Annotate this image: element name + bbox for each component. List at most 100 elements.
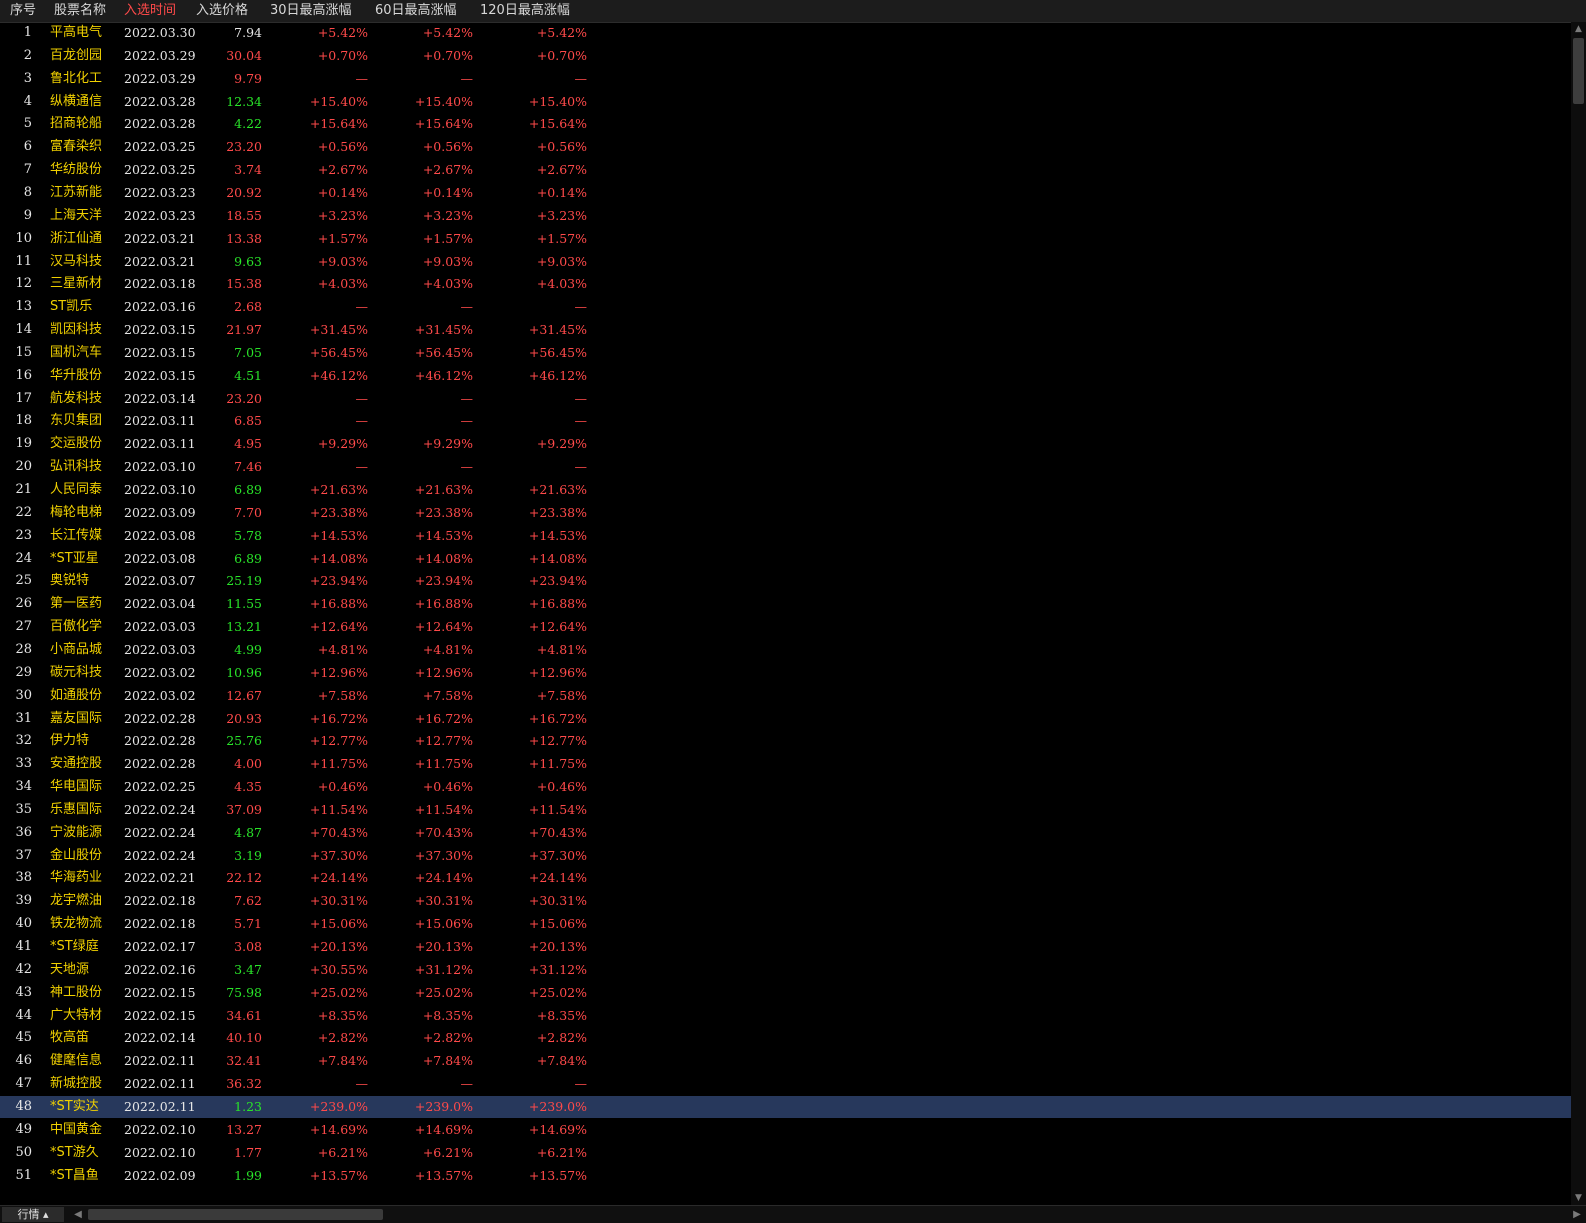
row-number: 16 (15, 367, 32, 383)
table-row[interactable]: 19 交运股份 2022.03.11 4.95 +9.29% +9.29% +9.29% (0, 433, 1571, 455)
column-header-120d-gain[interactable]: 120日最高涨幅 (480, 0, 570, 22)
table-row[interactable]: 6 富春染织 2022.03.25 23.20 +0.56% +0.56% +0.56% (0, 136, 1571, 158)
stock-name: 梅轮电梯 (50, 504, 103, 520)
table-row[interactable]: 40 铁龙物流 2022.02.18 5.71 +15.06% +15.06% +15.06… (0, 913, 1571, 935)
gain-120d: +0.14% (536, 184, 587, 200)
vertical-scroll-thumb[interactable] (1573, 38, 1584, 104)
table-row[interactable]: 38 华海药业 2022.02.21 22.12 +24.14% +24.14% +24.1… (0, 867, 1571, 889)
table-row[interactable]: 10 浙江仙通 2022.03.21 13.38 +1.57% +1.57% +1.57% (0, 228, 1571, 250)
table-row[interactable]: 32 伊力特 2022.02.28 25.76 +12.77% +12.77% +12.77… (0, 730, 1571, 752)
selection-price: 3.19 (234, 847, 262, 863)
table-row[interactable]: 22 梅轮电梯 2022.03.09 7.70 +23.38% +23.38% +23.38… (0, 502, 1571, 524)
table-row[interactable]: 34 华电国际 2022.02.25 4.35 +0.46% +0.46% +0.46% (0, 776, 1571, 798)
table-row[interactable]: 11 汉马科技 2022.03.21 9.63 +9.03% +9.03% +9.03% (0, 251, 1571, 273)
table-row[interactable]: 1 平高电气 2022.03.30 7.94 +5.42% +5.42% +5.42% (0, 22, 1571, 44)
column-header-price[interactable]: 入选价格 (196, 0, 248, 22)
table-row[interactable]: 17 航发科技 2022.03.14 23.20 — — — (0, 388, 1571, 410)
gain-30d: +12.64% (309, 619, 368, 635)
table-row[interactable]: 18 东贝集团 2022.03.11 6.85 — — — (0, 410, 1571, 432)
table-row[interactable]: 43 神工股份 2022.02.15 75.98 +25.02% +25.02% +25.0… (0, 982, 1571, 1004)
table-row[interactable]: 7 华纺股份 2022.03.25 3.74 +2.67% +2.67% +2.67% (0, 159, 1571, 181)
stock-name: 奥锐特 (50, 573, 90, 589)
table-row[interactable]: 37 金山股份 2022.02.24 3.19 +37.30% +37.30% +37.30… (0, 845, 1571, 867)
gain-30d: +9.03% (317, 253, 368, 269)
table-row[interactable]: 33 安通控股 2022.02.28 4.00 +11.75% +11.75% +11.75… (0, 753, 1571, 775)
table-row[interactable]: 28 小商品城 2022.03.03 4.99 +4.81% +4.81% +4.81% (0, 639, 1571, 661)
table-row[interactable]: 12 三星新材 2022.03.18 15.38 +4.03% +4.03% +4.03% (0, 273, 1571, 295)
table-row[interactable]: 24 *ST亚星 2022.03.08 6.89 +14.08% +14.08% +14.0… (0, 548, 1571, 570)
column-header-60d-gain[interactable]: 60日最高涨幅 (375, 0, 457, 22)
selection-price: 4.95 (234, 436, 262, 452)
gain-30d: +23.38% (309, 504, 368, 520)
gain-120d: — (574, 390, 588, 406)
table-row[interactable]: 2 百龙创园 2022.03.29 30.04 +0.70% +0.70% +0.70% (0, 45, 1571, 67)
table-row[interactable]: 48 *ST实达 2022.02.11 1.23 +239.0% +239.0% +239.… (0, 1095, 1571, 1118)
table-row[interactable]: 4 纵横通信 2022.03.28 12.34 +15.40% +15.40% +15.40… (0, 91, 1571, 113)
table-row[interactable]: 30 如通股份 2022.03.02 12.67 +7.58% +7.58% +7.58% (0, 685, 1571, 707)
table-row[interactable]: 13 ST凯乐 2022.03.16 2.68 — — — (0, 296, 1571, 318)
table-row[interactable]: 3 鲁北化工 2022.03.29 9.79 — — — (0, 68, 1571, 90)
gain-30d: +4.03% (317, 276, 368, 292)
gain-120d: — (574, 459, 588, 475)
column-header-30d-gain[interactable]: 30日最高涨幅 (270, 0, 352, 22)
selection-price: 4.22 (234, 116, 262, 132)
stock-name: 华海药业 (50, 870, 103, 886)
selection-price: 10.96 (226, 664, 262, 680)
table-row[interactable]: 15 国机汽车 2022.03.15 7.05 +56.45% +56.45% +56.45… (0, 342, 1571, 364)
tab-quotes[interactable]: 行情 ▴ (2, 1207, 64, 1222)
gain-60d: +15.06% (414, 916, 473, 932)
table-row[interactable]: 42 天地源 2022.02.16 3.47 +30.55% +31.12% +31.12% (0, 959, 1571, 981)
table-row[interactable]: 23 长江传媒 2022.03.08 5.78 +14.53% +14.53% +14.53… (0, 525, 1571, 547)
selection-price: 5.78 (234, 527, 262, 543)
selection-price: 37.09 (226, 801, 262, 817)
row-number: 13 (15, 299, 32, 315)
selection-price: 4.35 (234, 779, 262, 795)
selection-price: 4.00 (234, 756, 262, 772)
selection-price: 7.46 (234, 459, 262, 475)
gain-60d: +23.94% (414, 573, 473, 589)
table-row[interactable]: 36 宁波能源 2022.02.24 4.87 +70.43% +70.43% +70.43… (0, 822, 1571, 844)
column-header-name[interactable]: 股票名称 (54, 0, 106, 22)
chevron-right-icon[interactable]: ▶ (1569, 1207, 1585, 1222)
table-row[interactable]: 14 凯因科技 2022.03.15 21.97 +31.45% +31.45% +31.4… (0, 319, 1571, 341)
stock-name: 百龙创园 (50, 47, 103, 63)
selection-date: 2022.02.18 (124, 893, 196, 909)
column-header-no[interactable]: 序号 (10, 0, 36, 22)
table-row[interactable]: 46 健麾信息 2022.02.11 32.41 +7.84% +7.84% +7.84% (0, 1050, 1571, 1072)
table-row[interactable]: 9 上海天洋 2022.03.23 18.55 +3.23% +3.23% +3.23% (0, 205, 1571, 227)
table-row[interactable]: 29 碳元科技 2022.03.02 10.96 +12.96% +12.96% +12.9… (0, 662, 1571, 684)
table-row[interactable]: 45 牧高笛 2022.02.14 40.10 +2.82% +2.82% +2.82% (0, 1027, 1571, 1049)
table-row[interactable]: 21 人民同泰 2022.03.10 6.89 +21.63% +21.63% +21.63… (0, 479, 1571, 501)
selection-date: 2022.03.29 (124, 70, 196, 86)
chevron-up-icon[interactable]: ▲ (1571, 22, 1586, 36)
table-row[interactable]: 35 乐惠国际 2022.02.24 37.09 +11.54% +11.54% +11.5… (0, 799, 1571, 821)
chevron-down-icon[interactable]: ▼ (1571, 1191, 1586, 1205)
row-number: 12 (15, 276, 32, 292)
selection-price: 22.12 (226, 870, 262, 886)
table-row[interactable]: 50 *ST游久 2022.02.10 1.77 +6.21% +6.21% +6.21% (0, 1142, 1571, 1164)
table-row[interactable]: 8 江苏新能 2022.03.23 20.92 +0.14% +0.14% +0.14% (0, 182, 1571, 204)
table-row[interactable]: 31 嘉友国际 2022.02.28 20.93 +16.72% +16.72% +16.7… (0, 708, 1571, 730)
table-row[interactable]: 5 招商轮船 2022.03.28 4.22 +15.64% +15.64% +15.64% (0, 113, 1571, 135)
stock-name: 汉马科技 (50, 253, 103, 269)
column-header-date[interactable]: 入选时间 (124, 0, 176, 22)
table-row[interactable]: 16 华升股份 2022.03.15 4.51 +46.12% +46.12% +46.12… (0, 365, 1571, 387)
table-row[interactable]: 20 弘讯科技 2022.03.10 7.46 — — — (0, 456, 1571, 478)
table-row[interactable]: 25 奥锐特 2022.03.07 25.19 +23.94% +23.94% +23.94… (0, 570, 1571, 592)
gain-120d: — (574, 1076, 588, 1092)
table-row[interactable]: 39 龙宇燃油 2022.02.18 7.62 +30.31% +30.31% +30.31… (0, 890, 1571, 912)
table-row[interactable]: 51 *ST昌鱼 2022.02.09 1.99 +13.57% +13.57% +13.5… (0, 1165, 1571, 1187)
gain-30d: +31.45% (309, 322, 368, 338)
chevron-left-icon[interactable]: ◀ (70, 1207, 86, 1222)
table-row[interactable]: 27 百傲化学 2022.03.03 13.21 +12.64% +12.64% +12.6… (0, 616, 1571, 638)
table-row[interactable]: 41 *ST绿庭 2022.02.17 3.08 +20.13% +20.13% +20.1… (0, 936, 1571, 958)
table-row[interactable]: 26 第一医药 2022.03.04 11.55 +16.88% +16.88% +16.8… (0, 593, 1571, 615)
vertical-scrollbar[interactable]: ▲ ▼ (1571, 22, 1586, 1205)
table-row[interactable]: 49 中国黄金 2022.02.10 13.27 +14.69% +14.69% +14.6… (0, 1119, 1571, 1141)
table-row[interactable]: 47 新城控股 2022.02.11 36.32 — — — (0, 1073, 1571, 1095)
table-row[interactable]: 44 广大特材 2022.02.15 34.61 +8.35% +8.35% +8.35% (0, 1005, 1571, 1027)
horizontal-scroll-thumb[interactable] (88, 1209, 383, 1220)
selection-price: 13.27 (226, 1121, 262, 1137)
selection-date: 2022.02.15 (124, 984, 196, 1000)
selection-date: 2022.02.28 (124, 710, 196, 726)
